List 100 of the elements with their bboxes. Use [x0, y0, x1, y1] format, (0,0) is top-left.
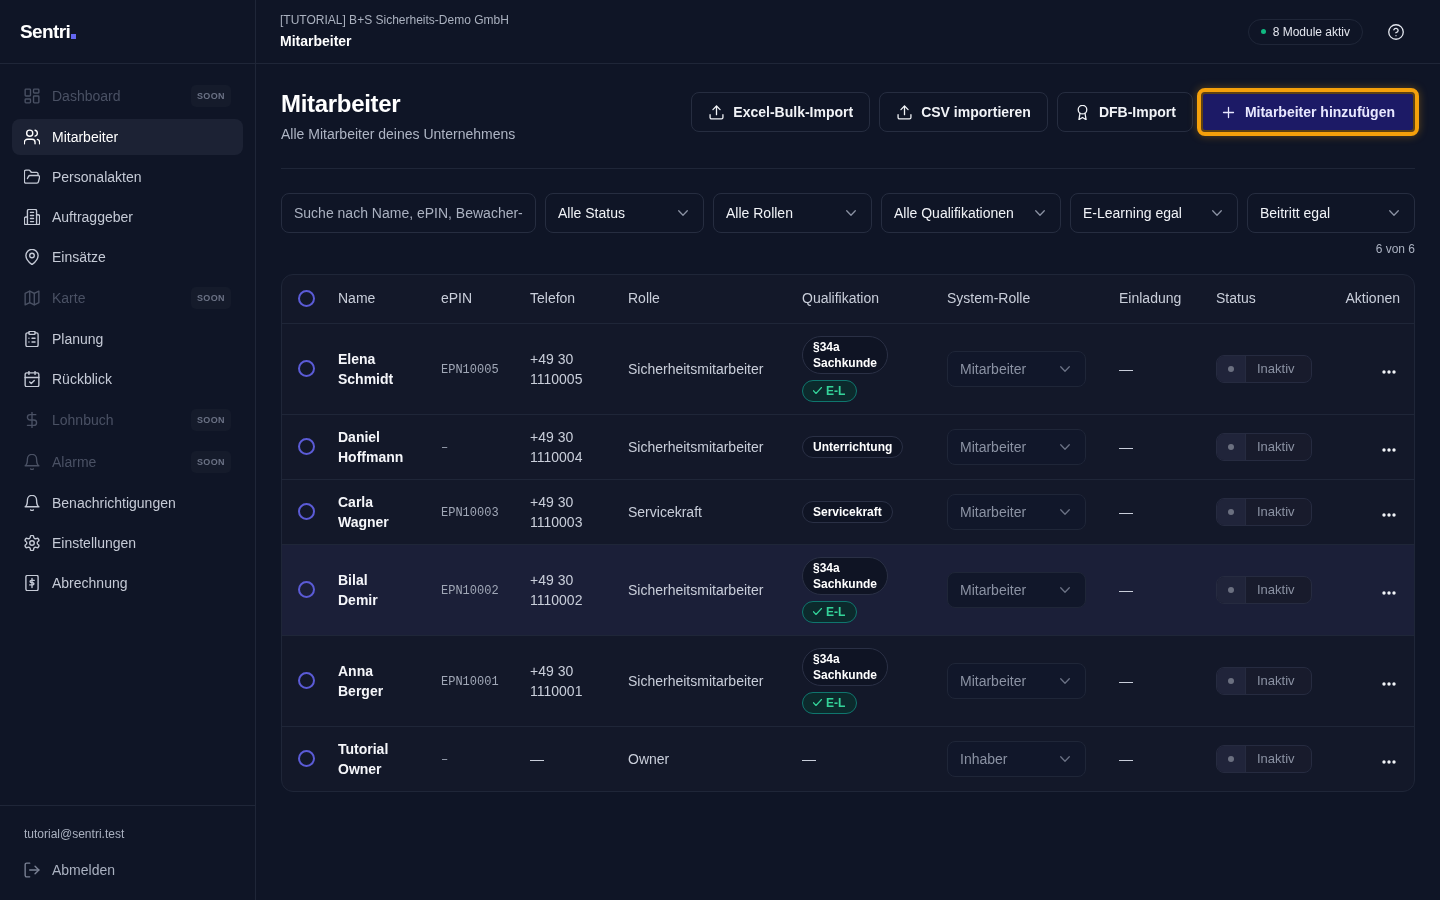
status-dot-icon	[1260, 29, 1266, 34]
filter-select[interactable]: Alle Rollen	[713, 193, 872, 233]
system-role-select[interactable]: Mitarbeiter	[947, 428, 1086, 465]
modules-label: 8 Module aktiv	[1272, 23, 1350, 40]
status-toggle[interactable]: Inaktiv	[1216, 432, 1312, 461]
logout-icon	[24, 862, 40, 878]
epin-text: EPN10002	[441, 583, 499, 598]
sidebar-item[interactable]: Abrechnung	[12, 565, 243, 601]
column-header: System-Rolle	[935, 275, 1107, 323]
more-icon	[1382, 447, 1396, 452]
dollar-icon	[24, 412, 40, 428]
phone-text: +49 30 1110003	[530, 492, 584, 532]
sidebar-item[interactable]: Rückblick	[12, 361, 243, 397]
role-text: Sicherheitsmitarbeiter	[628, 438, 764, 455]
employee-name: Bilal Demir	[338, 570, 378, 610]
select-checkbox[interactable]	[298, 360, 315, 377]
soon-badge: SOON	[190, 409, 231, 431]
system-role-select[interactable]: Mitarbeiter	[947, 493, 1086, 530]
chevron-down-icon	[1389, 210, 1399, 216]
folder-icon	[24, 169, 40, 185]
receipt-icon	[24, 575, 40, 591]
status-toggle[interactable]: Inaktiv	[1216, 497, 1312, 526]
add-employee-button[interactable]: Mitarbeiter hinzufügen	[1196, 88, 1419, 136]
chevron-down-icon	[1060, 755, 1070, 762]
plus-icon	[1220, 104, 1236, 120]
company-name: [TUTORIAL] B+S Sicherheits-Demo GmbH	[280, 12, 509, 28]
logout-link[interactable]: Abmelden	[24, 860, 231, 880]
bell-icon	[24, 454, 40, 470]
select-checkbox[interactable]	[298, 750, 315, 767]
system-role-select[interactable]: Inhaber	[947, 740, 1086, 777]
filter-select[interactable]: Alle Status	[545, 193, 704, 233]
epin-text: EPN10005	[441, 362, 499, 377]
epin-text: EPN10001	[441, 674, 499, 689]
epin-text: EPN10003	[441, 505, 499, 520]
status-toggle[interactable]: Inaktiv	[1216, 575, 1312, 604]
sidebar-item[interactable]: Benachrichtigungen	[12, 485, 243, 521]
invitation-text: —	[1119, 360, 1133, 377]
filter-select[interactable]: E-Learning egal	[1070, 193, 1238, 233]
qualification-tag: §34a Sachkunde	[802, 335, 889, 374]
select-checkbox[interactable]	[298, 672, 315, 689]
status-toggle[interactable]: Inaktiv	[1216, 744, 1312, 773]
more-icon	[1382, 369, 1396, 374]
role-text: Owner	[628, 750, 670, 767]
system-role-select[interactable]: Mitarbeiter	[947, 662, 1086, 699]
invitation-text: —	[1119, 672, 1133, 689]
upload-icon	[709, 104, 725, 120]
map-pin-icon	[24, 249, 40, 265]
elearning-label: E-L	[826, 603, 846, 620]
import-button[interactable]: DFB-Import	[1056, 92, 1193, 132]
chevron-down-icon	[846, 210, 856, 216]
more-icon	[1382, 681, 1396, 686]
users-icon	[24, 129, 40, 145]
check-icon	[813, 387, 822, 394]
column-header: Aktionen	[1330, 275, 1414, 323]
qualification-text: —	[802, 749, 816, 769]
status-toggle[interactable]: Inaktiv	[1216, 354, 1312, 383]
sidebar-item[interactable]: Auftraggeber	[12, 199, 243, 235]
chevron-down-icon	[1212, 210, 1222, 216]
column-header: Einladung	[1107, 275, 1204, 323]
soon-badge: SOON	[190, 85, 231, 107]
help-icon[interactable]	[1388, 23, 1404, 40]
chevron-down-icon	[678, 210, 688, 216]
sidebar-item[interactable]: Einstellungen	[12, 525, 243, 561]
phone-text: +49 30 1110002	[530, 570, 584, 610]
phone-text: +49 30 1110004	[530, 427, 584, 467]
more-icon	[1382, 590, 1396, 595]
employee-name: Tutorial Owner	[338, 739, 389, 779]
column-header: Status	[1204, 275, 1330, 323]
sidebar-item[interactable]: Planung	[12, 321, 243, 357]
chevron-down-icon	[1060, 508, 1070, 515]
chevron-down-icon	[1060, 365, 1070, 372]
logo-text: Sentri	[20, 20, 71, 43]
select-checkbox[interactable]	[298, 581, 315, 598]
invitation-text: —	[1119, 503, 1133, 520]
invitation-text: —	[1119, 438, 1133, 455]
more-icon	[1382, 759, 1396, 764]
search-field[interactable]: Suche nach Name, ePIN, Bewacher-	[281, 193, 536, 233]
sidebar-item[interactable]: Personalakten	[12, 159, 243, 195]
qualification-tag: §34a Sachkunde	[802, 647, 889, 686]
sidebar-item[interactable]: Mitarbeiter	[12, 119, 243, 155]
select-checkbox[interactable]	[298, 438, 315, 455]
filter-select[interactable]: Beitritt egal	[1247, 193, 1415, 233]
select-checkbox[interactable]	[298, 503, 315, 520]
system-role-select[interactable]: Mitarbeiter	[947, 571, 1086, 608]
system-role-select[interactable]: Mitarbeiter	[947, 350, 1086, 387]
epin-text: –	[441, 752, 449, 767]
import-button[interactable]: CSV importieren	[879, 92, 1048, 132]
upload-icon	[897, 104, 913, 120]
sidebar-item[interactable]: Einsätze	[12, 239, 243, 275]
import-button[interactable]: Excel-Bulk-Import	[691, 92, 871, 132]
column-header: Telefon	[518, 275, 616, 323]
calendar-check-icon	[24, 371, 40, 387]
filter-select[interactable]: Alle Qualifikationen	[881, 193, 1061, 233]
phone-text: +49 30 1110005	[530, 349, 584, 389]
status-toggle[interactable]: Inaktiv	[1216, 666, 1312, 695]
select-checkbox[interactable]	[298, 290, 315, 308]
column-header: Qualifikation	[790, 275, 935, 323]
chevron-down-icon	[1060, 586, 1070, 593]
chevron-down-icon	[1060, 677, 1070, 684]
check-icon	[813, 699, 822, 706]
